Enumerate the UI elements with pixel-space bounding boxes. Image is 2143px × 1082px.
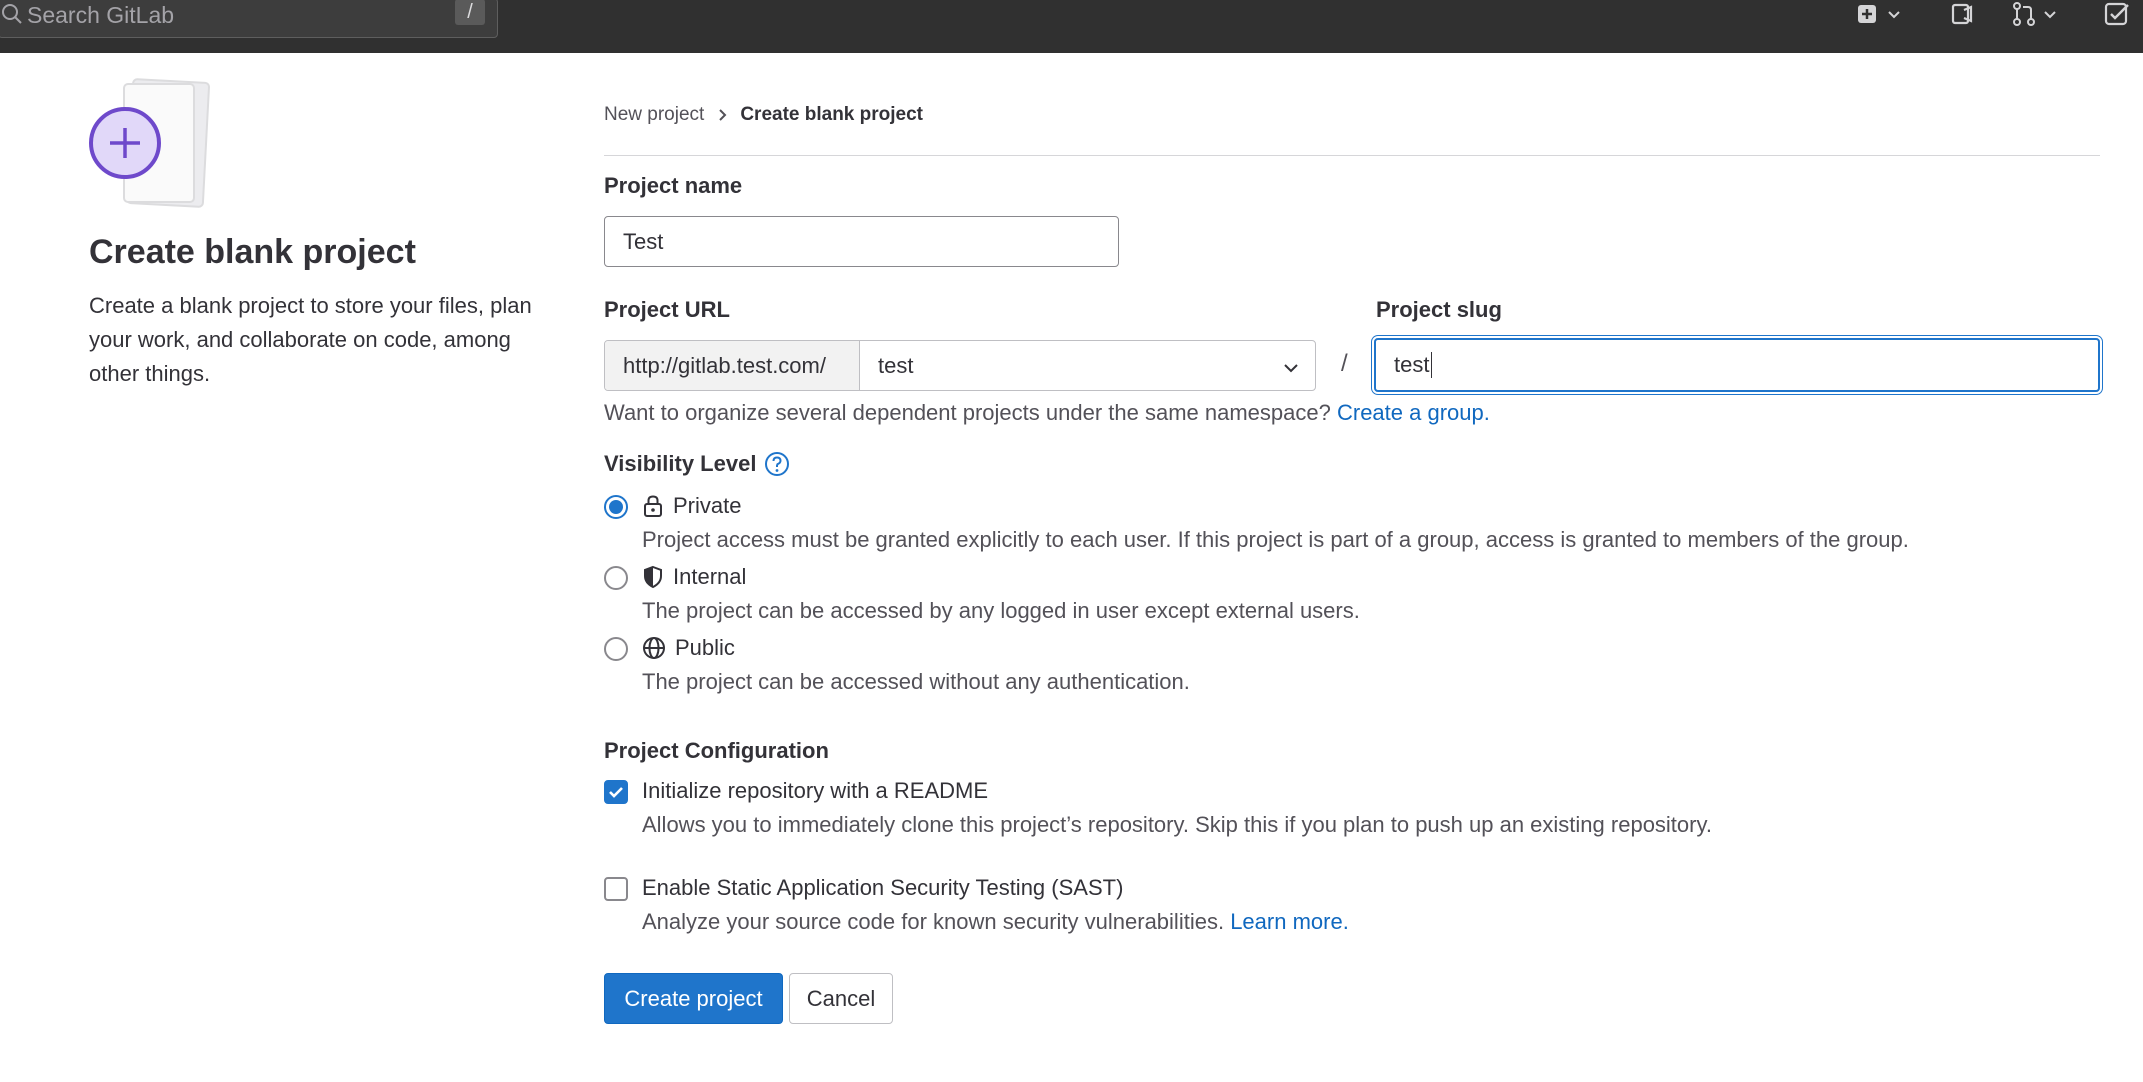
url-prefix: http://gitlab.test.com/ [605,341,860,390]
namespace-help: Want to organize several dependent proje… [604,400,1490,426]
project-name-input[interactable]: Test [604,216,1119,267]
merge-request-icon [2011,1,2037,32]
todos-button[interactable] [2103,2,2131,30]
sast-description: Analyze your source code for known secur… [642,909,1349,935]
issues-icon [1950,2,1974,31]
merge-requests-button[interactable] [2011,1,2057,32]
create-group-link[interactable]: Create a group. [1337,400,1490,425]
sast-checkbox[interactable] [604,877,628,901]
search-shortcut-key: / [455,0,485,25]
new-menu-button[interactable] [1857,2,1901,30]
learn-more-link[interactable]: Learn more. [1230,909,1349,934]
visibility-private-description: Project access must be granted explicitl… [642,527,1909,552]
search-icon [1,3,23,30]
visibility-level-label: Visibility Level [604,451,757,476]
visibility-public-label: Public [675,635,735,660]
issues-button[interactable] [1950,2,1974,30]
text-cursor [1431,352,1433,378]
shield-icon [644,565,662,589]
project-slug-label: Project slug [1376,297,1502,322]
globe-icon [643,637,665,659]
visibility-public-description: The project can be accessed without any … [642,669,1190,694]
panel-title: Create blank project [89,233,416,271]
chevron-down-icon [2043,7,2057,25]
project-url-group: http://gitlab.test.com/ test [604,340,1316,391]
readme-checkbox[interactable] [604,780,628,804]
visibility-public-radio[interactable] [604,637,628,661]
breadcrumb: New project Create blank project [604,104,923,126]
readme-label[interactable]: Initialize repository with a README [642,778,988,804]
check-icon [609,787,623,798]
visibility-internal-radio[interactable] [604,566,628,590]
create-project-button[interactable]: Create project [604,973,783,1024]
visibility-private-option[interactable]: Private [642,493,741,519]
chevron-down-icon [1283,353,1299,379]
visibility-internal-description: The project can be accessed by any logge… [642,598,1360,623]
plus-square-icon [1857,4,1877,29]
sast-label[interactable]: Enable Static Application Security Testi… [642,875,1123,901]
top-navbar: Search GitLab / [0,0,2143,53]
project-configuration-title: Project Configuration [604,738,829,763]
search-box[interactable]: Search GitLab / [0,0,498,38]
visibility-private-radio[interactable] [604,495,628,519]
url-separator: / [1341,350,1348,377]
visibility-private-label: Private [673,493,742,518]
visibility-internal-label: Internal [673,564,747,589]
visibility-level-title: Visibility Level [604,451,790,477]
project-slug-value: test [1394,352,1430,377]
breadcrumb-new-project[interactable]: New project [604,104,704,126]
project-url-label: Project URL [604,297,730,322]
namespace-value: test [878,352,914,378]
blank-project-illustration [88,78,226,208]
chevron-right-icon [718,108,728,122]
project-slug-input[interactable]: test [1374,338,2100,392]
lock-icon [644,495,662,517]
cancel-button[interactable]: Cancel [789,973,893,1024]
visibility-internal-option[interactable]: Internal [642,564,746,590]
visibility-public-option[interactable]: Public [642,635,735,661]
namespace-select[interactable]: test [860,341,1315,390]
namespace-help-text: Want to organize several dependent proje… [604,400,1331,425]
readme-description: Allows you to immediately clone this pro… [642,812,1712,837]
search-placeholder: Search GitLab [27,2,175,28]
sast-description-text: Analyze your source code for known secur… [642,909,1225,934]
breadcrumb-current: Create blank project [740,104,923,125]
todo-icon [2103,1,2131,32]
panel-description: Create a blank project to store your fil… [89,293,532,386]
help-circle-icon[interactable] [764,451,790,477]
project-name-value: Test [623,228,664,254]
chevron-down-icon [1887,7,1901,25]
project-name-label: Project name [604,173,743,198]
breadcrumb-divider [604,155,2100,156]
